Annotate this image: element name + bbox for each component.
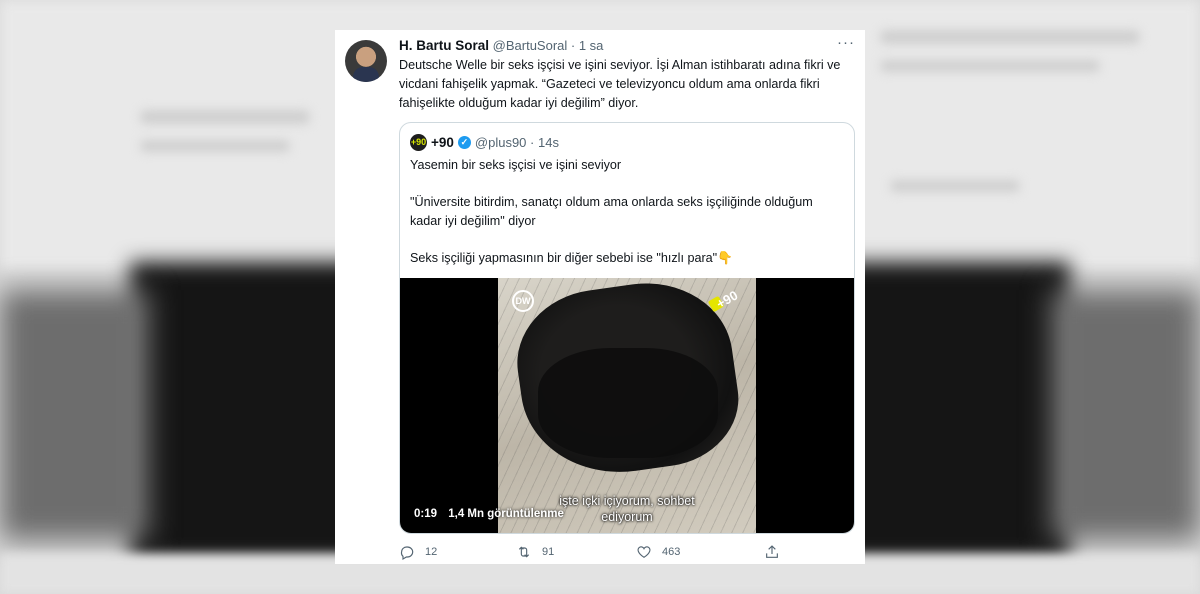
- quoted-author-handle[interactable]: @plus90 · 14s: [475, 135, 559, 150]
- retweet-icon: [518, 546, 530, 558]
- reply-count: 12: [425, 546, 438, 558]
- quoted-tweet-header: +90 +90 ✓ @plus90 · 14s: [410, 133, 559, 151]
- video-subtitle: işte içki içiyorum, sohbet ediyorum: [559, 494, 695, 524]
- like-count: 463: [662, 546, 681, 558]
- quoted-author-name[interactable]: +90: [431, 135, 454, 150]
- dw-logo-icon: DW: [512, 290, 534, 312]
- quoted-tweet-text: Yasemin bir seks işçisi ve işini seviyor…: [410, 156, 840, 286]
- retweet-button[interactable]: 91: [516, 544, 554, 560]
- author-avatar[interactable]: [345, 40, 387, 82]
- verified-icon: ✓: [457, 135, 471, 149]
- tweet-header: H. Bartu Soral @BartuSoral · 1 sa ···: [399, 34, 857, 58]
- reply-button[interactable]: 12: [399, 544, 437, 560]
- tweet-actions: 12 91 463: [399, 544, 819, 564]
- header-separator: ·: [567, 38, 579, 53]
- reply-icon: [400, 546, 414, 560]
- share-button[interactable]: [764, 544, 780, 560]
- tweet-time[interactable]: 1 sa: [579, 38, 604, 53]
- like-button[interactable]: 463: [636, 544, 680, 560]
- video-duration: 0:19: [414, 508, 438, 520]
- heart-icon: [637, 546, 651, 559]
- author-handle[interactable]: @BartuSoral: [493, 38, 568, 53]
- quoted-paragraph: Yasemin bir seks işçisi ve işini seviyor: [410, 158, 622, 172]
- share-icon: [766, 545, 778, 558]
- tweet-card[interactable]: H. Bartu Soral @BartuSoral · 1 sa ··· De…: [335, 30, 865, 564]
- video-player[interactable]: DW +90 0:19 1,4 Mn görüntülenme işte içk…: [400, 278, 854, 533]
- quoted-paragraph: Seks işçiliği yapmasının bir diğer sebeb…: [410, 250, 733, 265]
- quoted-paragraph: "Üniversite bitirdim, sanatçı oldum ama …: [410, 195, 813, 228]
- quoted-avatar[interactable]: +90: [410, 133, 427, 151]
- quoted-tweet[interactable]: +90 +90 ✓ @plus90 · 14s Yasemin bir seks…: [399, 122, 855, 534]
- retweet-count: 91: [542, 546, 555, 558]
- author-name[interactable]: H. Bartu Soral: [399, 38, 489, 53]
- tweet-text: Deutsche Welle bir seks işçisi ve işini …: [399, 58, 841, 110]
- more-options-icon[interactable]: ···: [837, 34, 855, 51]
